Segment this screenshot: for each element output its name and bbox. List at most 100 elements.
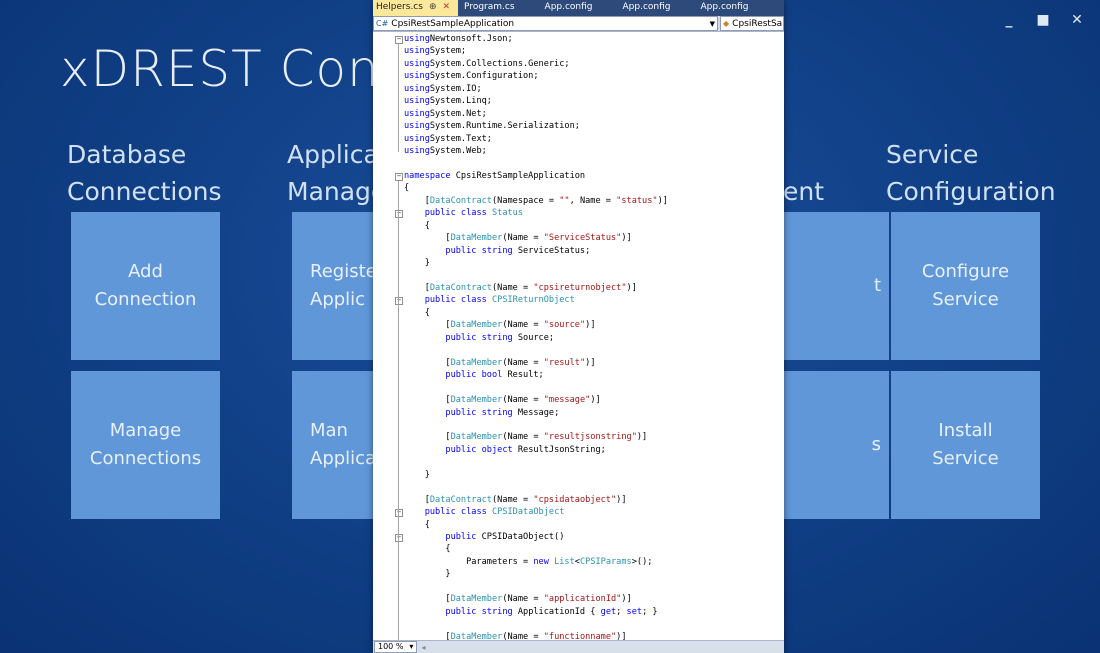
code-line: }	[404, 568, 451, 581]
code-line: [DataContract(Namespace = "", Name = "st…	[404, 195, 668, 208]
code-token: )]	[585, 320, 596, 331]
code-token: namespace	[404, 170, 451, 181]
code-token: System;	[429, 46, 467, 57]
collapse-icon[interactable]: −	[395, 36, 403, 44]
collapse-icon[interactable]: −	[395, 172, 403, 181]
horizontal-scrollbar[interactable]	[429, 643, 780, 651]
code-token: DataMember	[450, 357, 503, 368]
zoom-dropdown[interactable]: 100 % ▾	[374, 641, 418, 653]
code-line: }	[404, 257, 430, 270]
code-token: [	[404, 233, 451, 244]
code-line: {	[404, 220, 430, 233]
code-line: [DataContract(Name = "cpsidataobject")]	[404, 494, 627, 507]
code-token: [	[404, 357, 451, 368]
code-token: using	[404, 121, 430, 132]
code-line: public string Source;	[404, 332, 554, 345]
code-token: using	[404, 34, 430, 44]
code-token: public object	[445, 444, 513, 455]
code-token: Newtonsoft.Json;	[429, 34, 513, 44]
tab-app-config-3[interactable]: App.config	[679, 0, 757, 16]
code-token: get	[600, 606, 617, 617]
scroll-left-icon[interactable]: ◂	[421, 643, 425, 652]
code-token: }	[404, 569, 451, 580]
code-token: public class	[424, 295, 487, 306]
zoom-value: 100 %	[378, 642, 404, 651]
chevron-down-icon: ▾	[409, 642, 414, 651]
code-token: public string	[445, 245, 513, 256]
code-token: System.IO;	[429, 83, 482, 94]
code-line: Parameters = new List<CPSIParams>();	[404, 556, 652, 569]
type-dropdown[interactable]: C# CpsiRestSampleApplication ▼	[373, 16, 718, 31]
code-token: using	[404, 133, 430, 144]
code-token: System.Runtime.Serialization;	[429, 121, 580, 132]
code-token: }	[404, 258, 430, 269]
minimize-button[interactable]: _	[1000, 12, 1018, 28]
close-button[interactable]: ✕	[1068, 12, 1086, 28]
type-dropdown-value: CpsiRestSampleApplication	[391, 18, 515, 29]
collapse-icon[interactable]: −	[395, 509, 403, 518]
code-token: [	[404, 494, 430, 505]
code-line: [DataMember(Name = "resultjsonstring")]	[404, 431, 647, 444]
code-token: "applicationId"	[543, 594, 622, 605]
code-line: {	[404, 519, 430, 532]
code-token: DataMember	[450, 594, 503, 605]
code-editor-window: Helpers.cs ⊕ ✕ Program.cs App.config App.c…	[373, 0, 784, 653]
code-token: )]	[590, 395, 601, 406]
code-token: using	[404, 46, 430, 57]
code-line: usingSystem.Text;	[404, 133, 492, 146]
code-token: ResultJsonString;	[512, 444, 606, 455]
code-text-area[interactable]: usingNewtonsoft.Json; usingSystem; usingSy…	[373, 32, 784, 651]
code-token: using	[404, 146, 430, 157]
csharp-project-icon: C#	[376, 19, 389, 28]
code-token: Parameters =	[404, 556, 534, 567]
code-token: [	[404, 283, 430, 293]
add-connection-tile[interactable]: Add Connection	[71, 212, 220, 360]
code-token: )]	[616, 494, 627, 505]
maximize-button[interactable]: ■	[1034, 12, 1052, 28]
code-line: usingSystem.Net;	[404, 108, 487, 121]
code-token: using	[404, 58, 430, 69]
code-token: {	[404, 544, 451, 555]
pin-icon[interactable]: ⊕	[429, 2, 437, 12]
member-dropdown-value: CpsiRestSam	[732, 18, 783, 29]
code-token: [	[404, 395, 451, 406]
code-token: ServiceStatus;	[512, 245, 591, 256]
member-dropdown[interactable]: ◆ CpsiRestSam	[720, 16, 784, 31]
code-token: (Name =	[502, 320, 544, 331]
collapse-icon[interactable]: −	[395, 534, 403, 542]
configure-service-tile[interactable]: Configure Service	[891, 212, 1040, 360]
tab-app-config-2[interactable]: App.config	[601, 0, 679, 16]
tab-helpers-cs[interactable]: Helpers.cs ⊕ ✕	[373, 0, 459, 16]
code-token: public class	[424, 208, 487, 219]
code-line: usingSystem.Collections.Generic;	[404, 58, 570, 71]
code-token: using	[404, 96, 430, 107]
tab-program-cs[interactable]: Program.cs	[458, 0, 522, 16]
code-token: (Name =	[491, 283, 534, 293]
code-line: usingSystem.Configuration;	[404, 70, 539, 83]
code-token: Result;	[502, 370, 544, 381]
code-token: "resultjsonstring"	[543, 432, 637, 443]
code-line: [DataMember(Name = "result")]	[404, 357, 595, 370]
tab-app-config-1[interactable]: App.config	[523, 0, 601, 16]
code-token: ""	[559, 195, 570, 206]
code-token: CPSIReturnObject	[491, 295, 575, 306]
close-icon[interactable]: ✕	[443, 2, 451, 12]
code-token: DataMember	[450, 233, 503, 244]
editor-tab-bar: Helpers.cs ⊕ ✕ Program.cs App.config App.c…	[373, 0, 784, 16]
code-token: System.Linq;	[429, 96, 492, 107]
code-token: CPSIDataObject	[491, 507, 565, 518]
manage-connections-tile[interactable]: Manage Connections	[71, 371, 220, 519]
chevron-down-icon: ▼	[709, 19, 715, 28]
code-token: }	[404, 469, 430, 480]
install-service-tile[interactable]: Install Service	[891, 371, 1040, 519]
code-token: ApplicationId {	[512, 606, 601, 617]
code-token: (Name =	[502, 357, 544, 368]
code-token: "ServiceStatus"	[543, 233, 622, 244]
group-title-database-connections: Database Connections	[67, 140, 222, 206]
collapse-icon[interactable]: −	[395, 210, 403, 219]
group-title-application-management: Applica Manage	[287, 140, 387, 206]
collapse-icon[interactable]: −	[395, 297, 403, 306]
